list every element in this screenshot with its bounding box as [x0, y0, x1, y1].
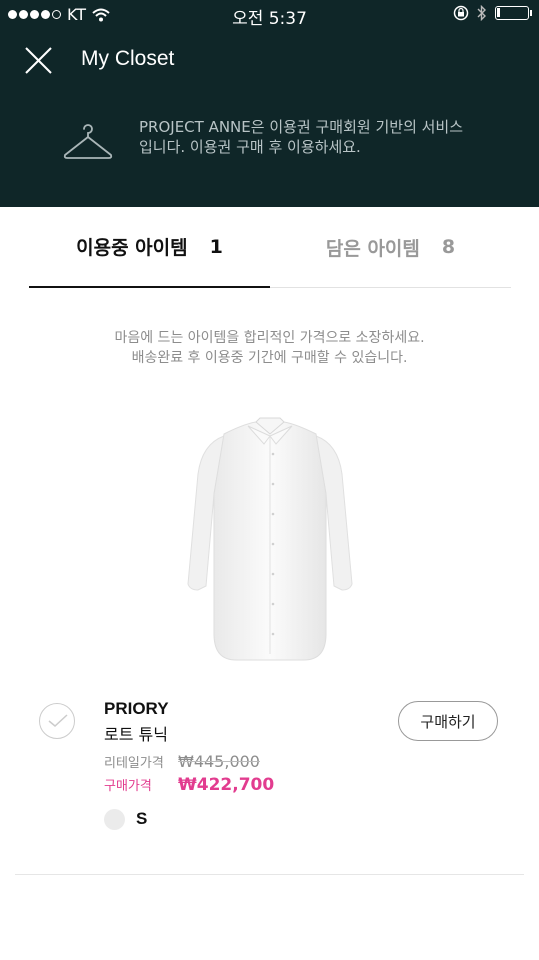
purchase-description: 마음에 드는 아이템을 합리적인 가격으로 소장하세요. 배송완료 후 이용중 … — [0, 328, 539, 368]
tab-label: 담은 아이템 — [325, 237, 420, 260]
item-tabs: 이용중 아이템 1 담은 아이템 8 — [29, 207, 511, 288]
status-right — [453, 5, 532, 21]
purchase-price-label: 구매가격 — [104, 779, 152, 794]
hanger-icon — [63, 124, 113, 159]
rotation-lock-icon — [453, 5, 469, 21]
buy-button[interactable]: 구매하기 — [398, 701, 498, 741]
purchase-price-value: ₩422,700 — [178, 775, 275, 795]
size-label: S — [136, 809, 148, 828]
product-image[interactable] — [184, 414, 356, 666]
checkmark-icon — [48, 714, 68, 727]
tab-in-use-items[interactable]: 이용중 아이템 1 — [29, 207, 270, 288]
bluetooth-icon — [477, 5, 486, 21]
retail-price-label: 리테일가격 — [104, 756, 164, 771]
notice-line-1: PROJECT ANNE은 이용권 구매회원 기반의 서비스 — [139, 118, 464, 136]
select-item-checkbox[interactable] — [39, 703, 75, 739]
battery-icon — [495, 6, 532, 20]
retail-price-value: ₩445,000 — [178, 752, 260, 771]
divider — [15, 874, 524, 875]
purchase-price-row: 구매가격 ₩422,700 — [104, 775, 274, 795]
description-line-2: 배송완료 후 이용중 기간에 구매할 수 있습니다. — [131, 350, 408, 366]
size-color-swatch[interactable] — [104, 809, 125, 830]
tab-count: 8 — [441, 236, 456, 258]
item-brand: PRIORY — [104, 699, 169, 718]
item-name: 로트 튜닉 — [104, 725, 168, 744]
page-title: My Closet — [81, 47, 175, 70]
description-line-1: 마음에 드는 아이템을 합리적인 가격으로 소장하세요. — [114, 330, 425, 346]
close-button[interactable] — [22, 44, 54, 76]
membership-notice: PROJECT ANNE은 이용권 구매회원 기반의 서비스 입니다. 이용권 … — [139, 117, 499, 157]
retail-price-row: 리테일가격 ₩445,000 — [104, 752, 260, 771]
tab-label: 이용중 아이템 — [76, 237, 188, 259]
status-bar: KT 오전 5:37 — [0, 0, 539, 30]
closet-header: KT 오전 5:37 My Closet PROJECT ANNE은 이용권 구… — [0, 0, 539, 207]
tab-saved-items[interactable]: 담은 아이템 8 — [270, 207, 511, 288]
tab-count: 1 — [209, 235, 223, 258]
notice-line-2: 입니다. 이용권 구매 후 이용하세요. — [139, 138, 361, 156]
close-icon — [25, 47, 52, 74]
